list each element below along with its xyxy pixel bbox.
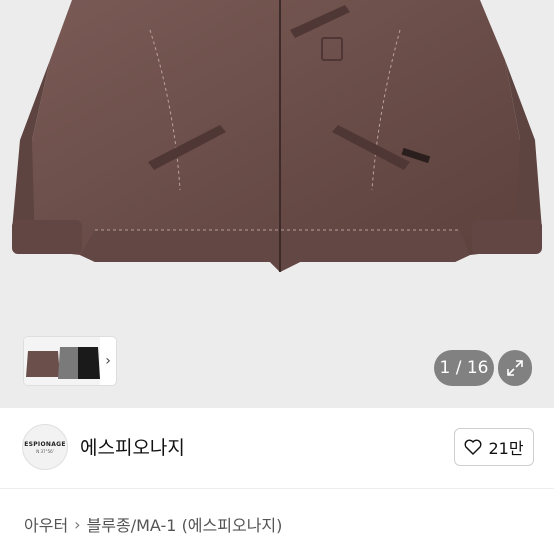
product-image-gallery[interactable]: › 1 / 16: [0, 0, 554, 408]
expand-icon: [507, 360, 523, 376]
image-counter: 1 / 16: [434, 350, 494, 386]
breadcrumb-item-subcategory[interactable]: 블루종/MA-1 (에스피오나지): [87, 512, 283, 536]
heart-icon: [465, 439, 482, 455]
shop-name[interactable]: 에스피오나지: [80, 433, 185, 460]
chevron-right-icon: ›: [74, 514, 81, 534]
chevron-right-icon[interactable]: ›: [100, 337, 116, 385]
shop-avatar[interactable]: ESPIONAGE N 37°56': [22, 424, 68, 470]
shop-logo-sub: N 37°56': [36, 448, 54, 454]
shop-logo-text: ESPIONAGE: [24, 440, 66, 448]
breadcrumb: 아우터 › 블루종/MA-1 (에스피오나지): [24, 512, 282, 536]
like-count: 21만: [488, 439, 524, 458]
thumbnail-images: [24, 337, 100, 385]
thumbnail-strip[interactable]: ›: [24, 337, 116, 385]
breadcrumb-item-category[interactable]: 아우터: [24, 512, 68, 536]
expand-button[interactable]: [498, 350, 532, 386]
like-button[interactable]: 21만: [454, 428, 534, 466]
